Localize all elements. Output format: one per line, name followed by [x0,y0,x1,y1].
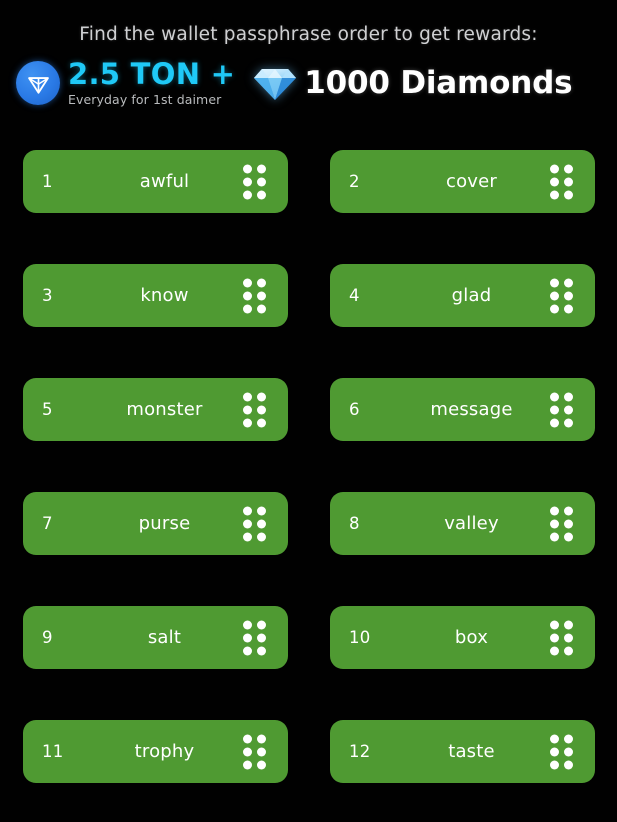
rewards-header: Find the wallet passphrase order to get … [0,0,617,111]
reward-summary-row: 2.5 TON + Everyday for 1st daimer 1000 D… [0,55,617,111]
ton-logo-icon [16,61,60,106]
page-title: Find the wallet passphrase order to get … [79,24,538,45]
passphrase-chip-3[interactable]: 3 know [23,264,288,327]
chip-index-label: 6 [349,400,360,419]
passphrase-chip-5[interactable]: 5 monster [23,378,288,441]
ton-reward-text: 2.5 TON + Everyday for 1st daimer [68,56,236,107]
drag-handle-icon[interactable] [243,164,266,199]
drag-handle-icon[interactable] [243,506,266,541]
passphrase-chip-9[interactable]: 9 salt [23,606,288,669]
drag-handle-icon[interactable] [550,734,573,769]
drag-handle-icon[interactable] [550,278,573,313]
chip-index-label: 10 [349,628,371,647]
passphrase-chip-2[interactable]: 2 cover [330,150,595,213]
passphrase-chip-11[interactable]: 11 trophy [23,720,288,783]
chip-index-label: 5 [42,400,53,419]
chip-index-label: 2 [349,172,360,191]
passphrase-order-screen: Find the wallet passphrase order to get … [0,0,617,822]
drag-handle-icon[interactable] [550,392,573,427]
chip-index-label: 7 [42,514,53,533]
chip-index-label: 11 [42,742,64,761]
chip-index-label: 3 [42,286,53,305]
diamonds-reward: 1000 Diamonds [253,64,617,102]
drag-handle-icon[interactable] [550,620,573,655]
chip-index-label: 1 [42,172,53,191]
passphrase-word-grid: 1 awful 2 cover 3 know 4 glad 5 monster … [0,150,617,783]
diamond-gem-icon [253,64,297,102]
drag-handle-icon[interactable] [243,392,266,427]
drag-handle-icon[interactable] [550,164,573,199]
passphrase-chip-12[interactable]: 12 taste [330,720,595,783]
drag-handle-icon[interactable] [243,278,266,313]
drag-handle-icon[interactable] [243,620,266,655]
chip-index-label: 8 [349,514,360,533]
passphrase-chip-4[interactable]: 4 glad [330,264,595,327]
diamonds-reward-amount: 1000 Diamonds [304,64,573,101]
passphrase-chip-8[interactable]: 8 valley [330,492,595,555]
chip-index-label: 4 [349,286,360,305]
passphrase-chip-6[interactable]: 6 message [330,378,595,441]
ton-reward-subtitle: Everyday for 1st daimer [68,91,222,107]
chip-index-label: 12 [349,742,371,761]
passphrase-chip-10[interactable]: 10 box [330,606,595,669]
ton-reward-amount: 2.5 TON + [68,56,236,91]
passphrase-chip-7[interactable]: 7 purse [23,492,288,555]
chip-index-label: 9 [42,628,53,647]
passphrase-chip-1[interactable]: 1 awful [23,150,288,213]
drag-handle-icon[interactable] [243,734,266,769]
drag-handle-icon[interactable] [550,506,573,541]
